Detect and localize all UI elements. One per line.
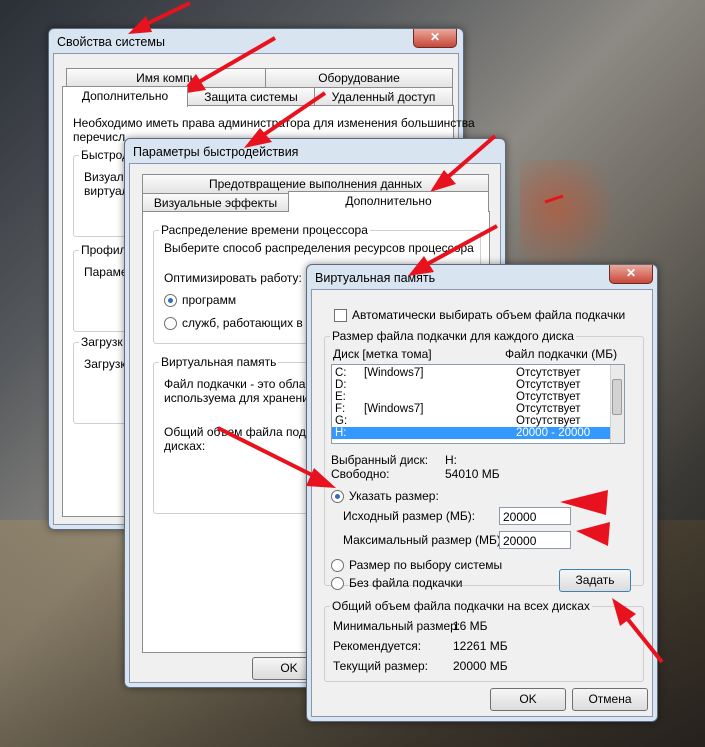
recommended-value: 12261 МБ: [453, 639, 508, 653]
tab-remote[interactable]: Удаленный доступ: [314, 87, 453, 106]
auto-manage-label: Автоматически выбирать объем файла подка…: [352, 308, 626, 322]
current-size-label: Текущий размер:: [333, 659, 428, 673]
performance-text: Визуаль: [84, 170, 130, 184]
min-size-value: 16 МБ: [453, 619, 488, 633]
total-paging-group: Общий объем файла подкачки на всех диска…: [324, 599, 644, 682]
close-icon[interactable]: ✕: [413, 29, 457, 48]
max-size-input[interactable]: 20000: [499, 531, 571, 549]
admin-text-2: перечисл: [73, 130, 126, 144]
set-button[interactable]: Задать: [559, 569, 631, 592]
no-paging-file-label: Без файла подкачки: [349, 576, 463, 590]
auto-manage-checkbox[interactable]: [334, 309, 347, 322]
virtual-memory-window: Виртуальная память ✕ Автоматически выбир…: [306, 264, 658, 722]
free-space-label: Свободно:: [331, 467, 390, 481]
tab-advanced[interactable]: Дополнительно: [62, 86, 188, 107]
performance-text-2: виртуал: [84, 184, 129, 198]
list-item[interactable]: D: Отсутствует: [332, 379, 624, 391]
startup-text: Загрузк: [84, 357, 126, 371]
column-paging-file: Файл подкачки (МБ): [505, 347, 618, 361]
list-item[interactable]: C: [Windows7] Отсутствует: [332, 367, 624, 379]
system-managed-label: Размер по выбору системы: [349, 558, 503, 572]
scrollbar-thumb[interactable]: [612, 379, 622, 415]
recommended-label: Рекомендуется:: [333, 639, 422, 653]
virtual-memory-caption: Виртуальная память: [159, 355, 279, 369]
tab-hardware[interactable]: Оборудование: [265, 68, 453, 87]
free-space-value: 54010 МБ: [445, 467, 500, 481]
tab-computer-name[interactable]: Имя компь: [66, 68, 266, 87]
optimize-label: Оптимизировать работу:: [164, 271, 302, 285]
column-disk: Диск [метка тома]: [333, 347, 432, 361]
disk-list-scrollbar[interactable]: [610, 365, 624, 443]
tab-perf-advanced[interactable]: Дополнительно: [288, 191, 489, 212]
tab-visual-effects[interactable]: Визуальные эффекты: [142, 193, 289, 212]
selected-disk-value: H:: [445, 453, 457, 467]
cpu-scheduling-desc: Выберите способ распределения ресурсов п…: [164, 241, 474, 255]
selected-disk-label: Выбранный диск:: [331, 453, 429, 467]
performance-options-title: Параметры быстродействия: [133, 145, 299, 159]
system-properties-title: Свойства системы: [57, 35, 165, 49]
close-icon[interactable]: ✕: [609, 265, 653, 284]
list-item[interactable]: E: Отсутствует: [332, 391, 624, 403]
per-disk-group: Размер файла подкачки для каждого диска …: [324, 329, 644, 592]
list-item[interactable]: G: Отсутствует: [332, 415, 624, 427]
virtual-memory-desc: Файл подкачки - это област: [164, 377, 317, 391]
system-managed-radio[interactable]: [331, 559, 344, 572]
current-size-value: 20000 МБ: [453, 659, 508, 673]
services-radio[interactable]: [164, 317, 177, 330]
custom-size-radio[interactable]: [331, 490, 344, 503]
admin-text: Необходимо иметь права администратора дл…: [73, 116, 475, 130]
vm-cancel-button[interactable]: Отмена: [572, 688, 648, 711]
virtual-memory-desc-2: используема для хранения: [164, 391, 316, 405]
tab-system-protection[interactable]: Защита системы: [187, 87, 315, 106]
max-size-label: Максимальный размер (МБ):: [343, 533, 505, 547]
initial-size-label: Исходный размер (МБ):: [343, 509, 476, 523]
virtual-memory-total: Общий объем файла подкачк: [164, 425, 330, 439]
list-item[interactable]: F: [Windows7] Отсутствует: [332, 403, 624, 415]
virtual-memory-total-2: дисках:: [164, 439, 206, 453]
programs-radio[interactable]: [164, 294, 177, 307]
services-label: служб, работающих в фо: [182, 316, 323, 330]
background-figure: [520, 160, 610, 280]
disk-list[interactable]: C: [Windows7] Отсутствует D: Отсутствует E:…: [331, 364, 625, 444]
startup-group-caption: Загрузк: [79, 335, 125, 349]
vm-ok-button[interactable]: OK: [490, 688, 566, 711]
profiles-group-caption: Профил: [79, 243, 129, 257]
virtual-memory-body: Автоматически выбирать объем файла подка…: [311, 289, 653, 717]
no-paging-file-radio[interactable]: [331, 577, 344, 590]
initial-size-input[interactable]: 20000: [499, 507, 571, 525]
programs-label: программ: [182, 293, 237, 307]
total-paging-caption: Общий объем файла подкачки на всех диска…: [330, 599, 592, 613]
per-disk-caption: Размер файла подкачки для каждого диска: [330, 329, 576, 343]
virtual-memory-title: Виртуальная память: [315, 271, 436, 285]
custom-size-label: Указать размер:: [349, 489, 439, 503]
cpu-scheduling-caption: Распределение времени процессора: [159, 223, 370, 237]
list-item-selected[interactable]: H: 20000 - 20000: [332, 427, 611, 439]
min-size-label: Минимальный размер:: [333, 619, 461, 633]
